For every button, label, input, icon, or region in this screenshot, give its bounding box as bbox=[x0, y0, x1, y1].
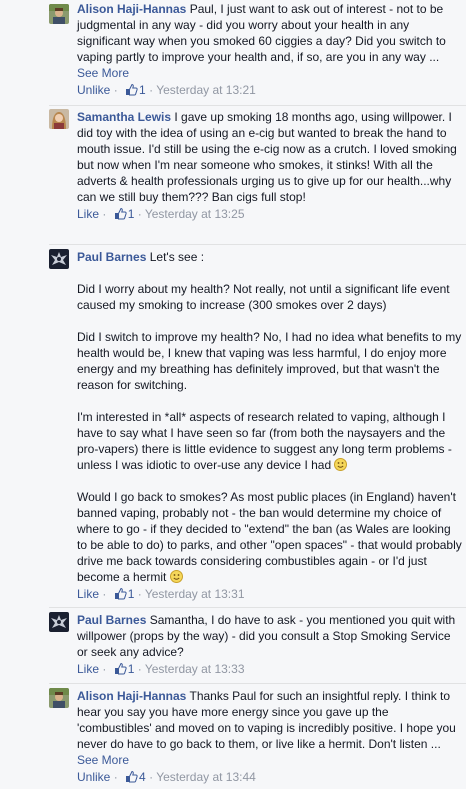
comment-text: Alison Haji-Hannas Thanks Paul for such … bbox=[77, 688, 462, 768]
comment-body: I gave up smoking 18 months ago, using w… bbox=[77, 110, 457, 204]
comment-text: Paul Barnes Samantha, I do have to ask -… bbox=[77, 612, 462, 660]
thumbs-up-icon[interactable] bbox=[125, 770, 138, 783]
timestamp[interactable]: Yesterday at 13:25 bbox=[145, 207, 245, 221]
like-count[interactable]: 4 bbox=[139, 770, 146, 784]
comment-text: Alison Haji-Hannas Paul, I just want to … bbox=[77, 1, 462, 81]
avatar[interactable] bbox=[49, 612, 69, 632]
comment-actions: Unlike · 1 · Yesterday at 13:21 bbox=[77, 82, 462, 98]
thumbs-up-icon[interactable] bbox=[114, 587, 127, 600]
separator: · bbox=[137, 662, 142, 676]
timestamp[interactable]: Yesterday at 13:21 bbox=[156, 83, 256, 97]
comment-actions: Unlike · 4 · Yesterday at 13:44 bbox=[77, 769, 462, 785]
smiley-icon bbox=[334, 458, 348, 471]
divider bbox=[49, 683, 466, 684]
comment-body: Let's see : bbox=[149, 250, 205, 264]
comment-paragraph: Did I switch to improve my health? No, I… bbox=[77, 330, 462, 392]
see-more-link[interactable]: See More bbox=[77, 753, 129, 767]
comment-paragraph: Would I go back to smokes? As most publi… bbox=[77, 489, 462, 585]
like-link[interactable]: Like bbox=[77, 662, 99, 676]
separator: · bbox=[102, 587, 107, 601]
like-link[interactable]: Like bbox=[77, 207, 99, 221]
separator: · bbox=[102, 207, 107, 221]
author-name[interactable]: Samantha Lewis bbox=[77, 110, 171, 124]
avatar[interactable] bbox=[49, 109, 69, 129]
avatar[interactable] bbox=[49, 249, 69, 269]
separator: · bbox=[149, 770, 154, 784]
like-link[interactable]: Like bbox=[77, 587, 99, 601]
like-count[interactable]: 1 bbox=[128, 587, 135, 601]
author-name[interactable]: Paul Barnes bbox=[77, 613, 146, 627]
like-count[interactable]: 1 bbox=[128, 662, 135, 676]
unlike-link[interactable]: Unlike bbox=[77, 83, 110, 97]
divider bbox=[49, 607, 466, 608]
comment-paragraph: Did I worry about my health? Not really,… bbox=[77, 282, 450, 312]
see-more-link[interactable]: See More bbox=[77, 66, 129, 80]
avatar[interactable] bbox=[49, 688, 69, 708]
author-name[interactable]: Paul Barnes bbox=[77, 250, 146, 264]
like-count[interactable]: 1 bbox=[139, 83, 146, 97]
separator: · bbox=[137, 587, 142, 601]
avatar[interactable] bbox=[49, 4, 69, 24]
smiley-icon bbox=[169, 570, 183, 583]
comment-paragraph: I'm interested in *all* aspects of resea… bbox=[77, 409, 462, 473]
author-name[interactable]: Alison Haji-Hannas bbox=[77, 2, 186, 16]
thumbs-up-icon[interactable] bbox=[114, 207, 127, 220]
thumbs-up-icon[interactable] bbox=[114, 662, 127, 675]
unlike-link[interactable]: Unlike bbox=[77, 770, 110, 784]
comment-actions: Like · 1 · Yesterday at 13:25 bbox=[77, 206, 462, 222]
separator: · bbox=[137, 207, 142, 221]
divider bbox=[49, 105, 466, 106]
thumbs-up-icon[interactable] bbox=[125, 83, 138, 96]
timestamp[interactable]: Yesterday at 13:33 bbox=[145, 662, 245, 676]
separator: · bbox=[113, 770, 118, 784]
author-name[interactable]: Alison Haji-Hannas bbox=[77, 689, 186, 703]
like-count[interactable]: 1 bbox=[128, 207, 135, 221]
timestamp[interactable]: Yesterday at 13:31 bbox=[145, 587, 245, 601]
comment-intro: Paul Barnes Let's see : bbox=[77, 249, 462, 265]
separator: · bbox=[149, 83, 154, 97]
paragraph-text: Would I go back to smokes? As most publi… bbox=[77, 490, 462, 584]
separator: · bbox=[102, 662, 107, 676]
comment-text: Paul Barnes Let's see : Did I worry abou… bbox=[77, 249, 462, 585]
divider bbox=[49, 244, 466, 245]
timestamp[interactable]: Yesterday at 13:44 bbox=[156, 770, 256, 784]
paragraph-text: I'm interested in *all* aspects of resea… bbox=[77, 410, 452, 472]
comment-text: Samantha Lewis I gave up smoking 18 mont… bbox=[77, 109, 462, 205]
separator: · bbox=[113, 83, 118, 97]
comment-actions: Like · 1 · Yesterday at 13:33 bbox=[77, 661, 462, 677]
comment-actions: Like · 1 · Yesterday at 13:31 bbox=[77, 586, 462, 602]
